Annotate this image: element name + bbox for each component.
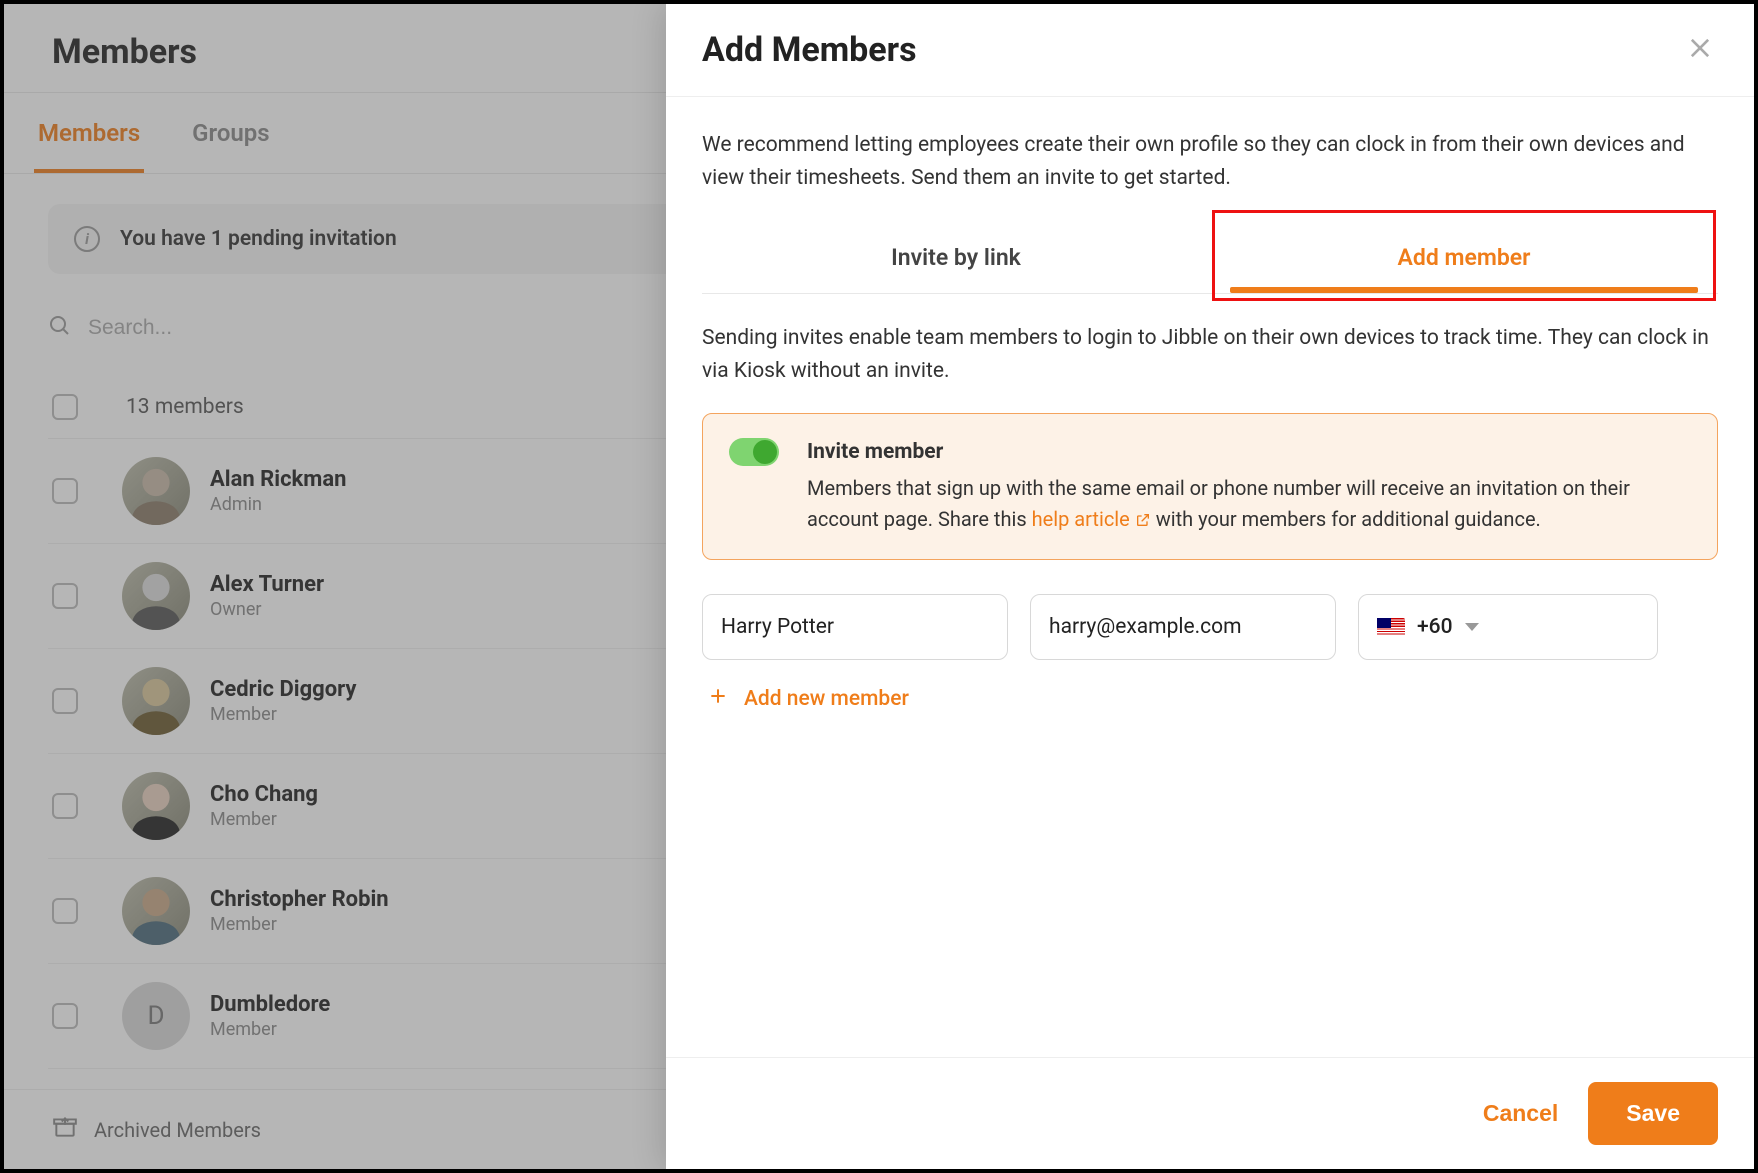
active-tab-indicator — [1230, 287, 1698, 293]
invite-member-toggle[interactable] — [729, 438, 779, 466]
modal-title: Add Members — [702, 30, 917, 70]
tab-label: Invite by link — [891, 244, 1021, 271]
tab-label: Add member — [1398, 244, 1531, 271]
save-button[interactable]: Save — [1588, 1082, 1718, 1145]
modal-header: Add Members — [666, 4, 1754, 97]
cancel-button[interactable]: Cancel — [1483, 1100, 1558, 1127]
tab-add-member[interactable]: Add member — [1210, 222, 1718, 293]
external-link-icon — [1135, 506, 1151, 537]
modal-note: Sending invites enable team members to l… — [702, 322, 1718, 387]
add-new-member-button[interactable]: Add new member — [708, 686, 1718, 712]
tab-invite-by-link[interactable]: Invite by link — [702, 222, 1210, 293]
add-new-member-label: Add new member — [744, 687, 909, 711]
modal-body: We recommend letting employees create th… — [666, 97, 1754, 1057]
chevron-down-icon — [1465, 623, 1479, 631]
add-members-modal: Add Members We recommend letting employe… — [666, 4, 1754, 1169]
modal-tabs: Invite by link Add member — [702, 222, 1718, 294]
email-input[interactable] — [1030, 594, 1336, 660]
invite-member-card: Invite member Members that sign up with … — [702, 413, 1718, 560]
member-form-row: +60 — [702, 594, 1718, 660]
flag-icon — [1377, 618, 1405, 636]
card-title: Invite member — [807, 436, 1691, 469]
modal-intro: We recommend letting employees create th… — [702, 129, 1718, 194]
plus-icon — [708, 686, 728, 712]
phone-input[interactable]: +60 — [1358, 594, 1658, 660]
modal-footer: Cancel Save — [666, 1057, 1754, 1169]
name-input[interactable] — [702, 594, 1008, 660]
phone-code: +60 — [1417, 615, 1453, 639]
card-text: Invite member Members that sign up with … — [807, 436, 1691, 537]
card-text-after: with your members for additional guidanc… — [1151, 507, 1541, 531]
close-button[interactable] — [1686, 34, 1714, 66]
help-article-link[interactable]: help article — [1032, 507, 1151, 531]
